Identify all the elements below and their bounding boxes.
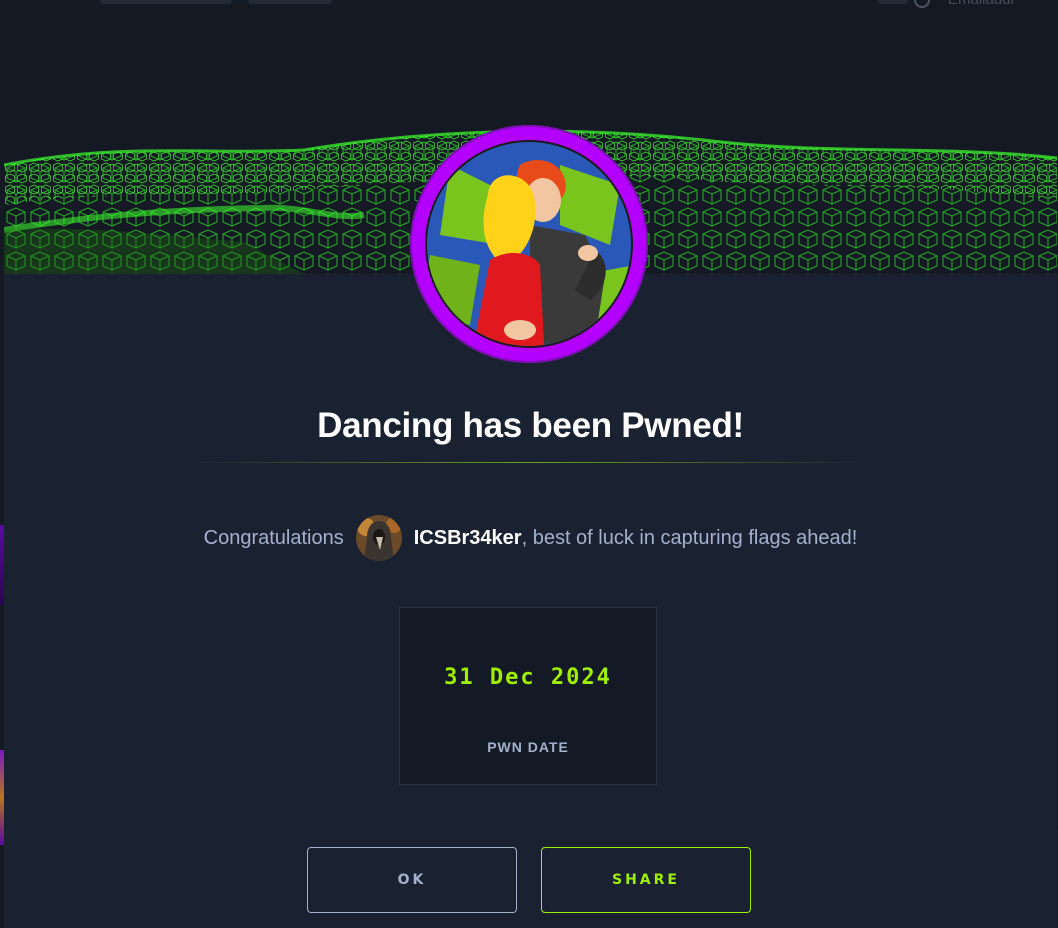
background-header: Emailaddr	[0, 0, 1058, 30]
modal-title: Dancing has been Pwned!	[317, 406, 744, 445]
background-header-text: Emailaddr	[948, 0, 1016, 8]
background-nav-item	[878, 0, 908, 4]
hooded-figure-avatar-icon	[355, 515, 402, 561]
pwn-date-label: PWN DATE	[487, 739, 569, 755]
username-link[interactable]: ICSBr34ker	[414, 527, 522, 550]
user-avatar[interactable]	[355, 515, 402, 561]
pwn-date-card: 31 Dec 2024 PWN DATE	[399, 607, 657, 785]
ok-button[interactable]: OK	[307, 847, 517, 913]
title-divider	[190, 462, 870, 463]
congrats-prefix: Congratulations	[203, 526, 344, 549]
pwned-modal: Dancing has been Pwned! Congratulations …	[4, 30, 1057, 928]
congrats-message: Congratulations ICSBr34ker , best of luc…	[4, 515, 1057, 561]
congrats-suffix: , best of luck in capturing flags ahead!	[521, 526, 858, 549]
globe-icon	[914, 0, 930, 8]
dancing-couple-avatar-icon	[425, 140, 633, 348]
background-nav-item	[100, 0, 232, 4]
machine-avatar	[410, 125, 648, 363]
share-button[interactable]: SHARE	[541, 847, 751, 913]
pwn-date-value: 31 Dec 2024	[444, 665, 612, 690]
background-nav-item	[248, 0, 332, 4]
